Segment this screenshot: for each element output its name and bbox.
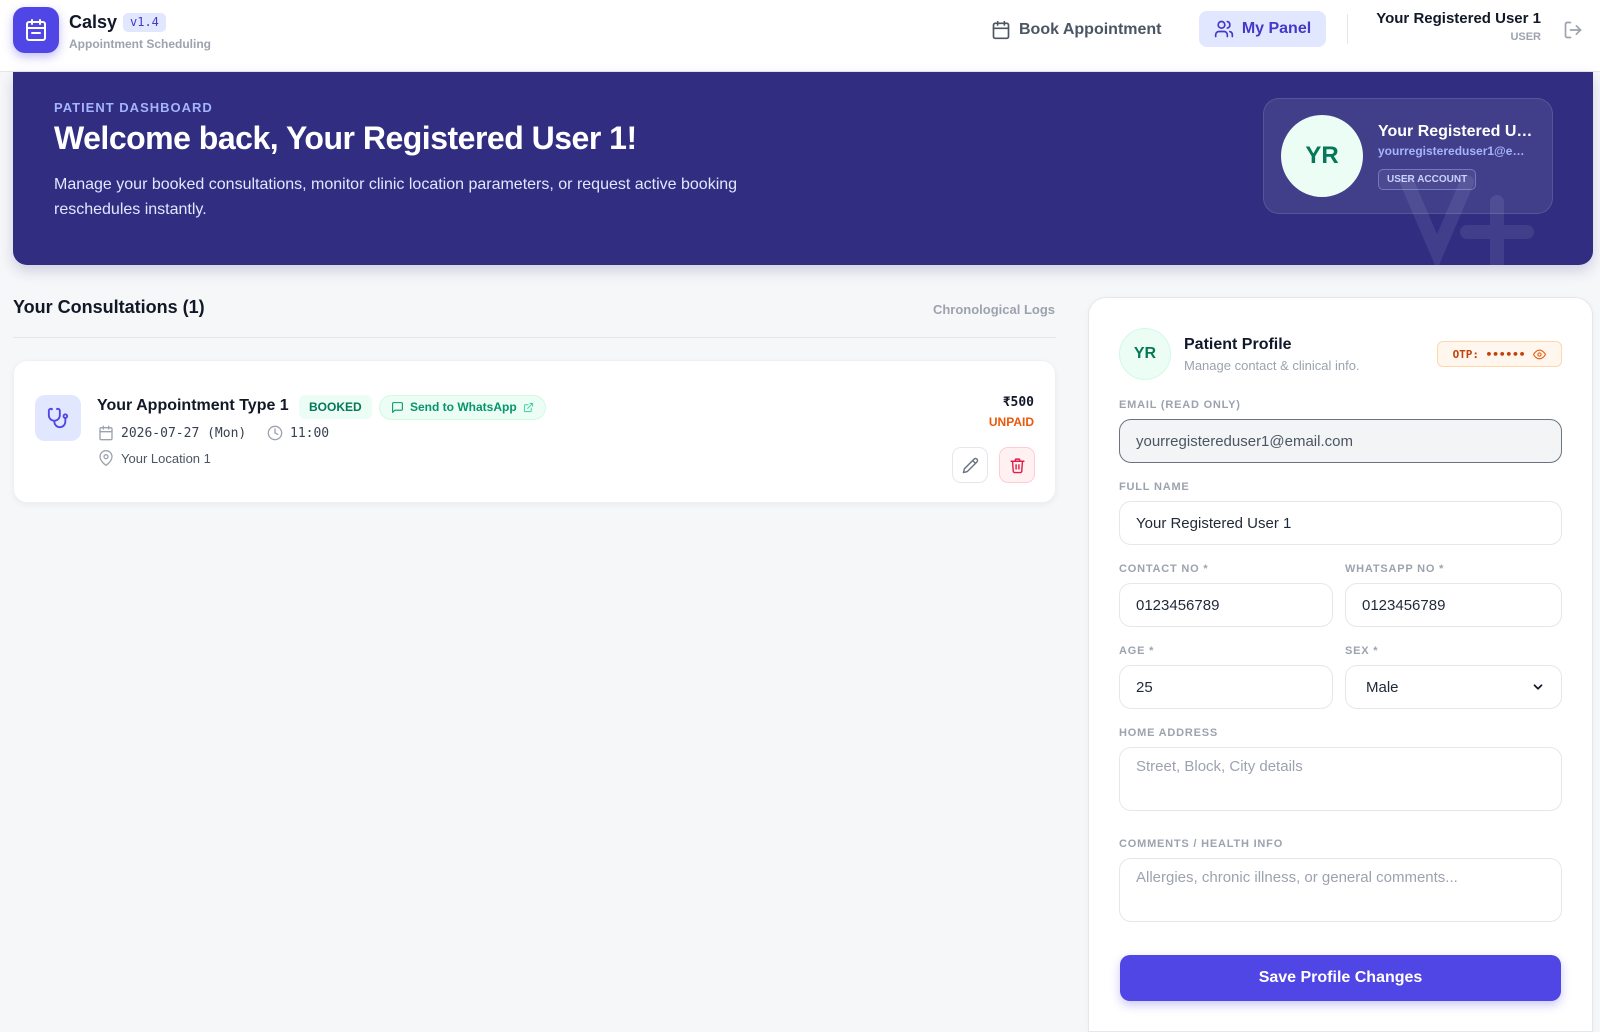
email-field[interactable] <box>1119 419 1562 463</box>
sex-select[interactable]: Male <box>1345 665 1562 709</box>
send-to-whatsapp-button[interactable]: Send to WhatsApp <box>379 395 546 420</box>
payment-status: UNPAID <box>988 415 1034 429</box>
eye-icon[interactable] <box>1533 348 1547 361</box>
appointment-date-value: 2026-07-27 (Mon) <box>121 425 247 441</box>
header-user-name: Your Registered User 1 <box>1376 10 1541 27</box>
whatsapp-label: Send to WhatsApp <box>410 400 517 414</box>
banner-eyebrow: PATIENT DASHBOARD <box>54 100 213 115</box>
otp-label: OTP: •••••• <box>1452 347 1526 361</box>
brand-name: Calsy <box>69 12 118 32</box>
top-navigation-bar: Calsy v1.4 Appointment Scheduling Book A… <box>0 0 1600 72</box>
nav-book-appointment[interactable]: Book Appointment <box>991 12 1162 48</box>
appointment-type-icon-box <box>35 395 81 441</box>
appointment-card: Your Appointment Type 1 BOOKED Send to W… <box>13 360 1056 503</box>
sex-select-value: Male <box>1366 678 1399 696</box>
version-badge: v1.4 <box>123 13 166 32</box>
trash-icon <box>1009 457 1025 473</box>
full-name-label: FULL NAME <box>1119 481 1190 493</box>
calendar-icon <box>99 425 113 441</box>
map-pin-icon <box>99 450 113 466</box>
nav-book-label: Book Appointment <box>1019 21 1162 38</box>
appointment-time-value: 11:00 <box>290 425 330 441</box>
email-label: EMAIL (READ ONLY) <box>1119 399 1241 411</box>
account-name: Your Registered User 1 <box>1378 123 1540 140</box>
avatar: YR <box>1119 328 1171 380</box>
comments-field[interactable] <box>1119 858 1562 922</box>
consultations-title: Your Consultations (1) <box>13 297 205 317</box>
home-address-label: HOME ADDRESS <box>1119 727 1219 739</box>
banner-title: Welcome back, Your Registered User 1! <box>54 120 637 156</box>
appointment-location-value: Your Location 1 <box>121 450 211 466</box>
age-label: AGE * <box>1119 645 1155 657</box>
chevron-down-icon <box>1533 684 1543 690</box>
contact-label: CONTACT NO * <box>1119 563 1209 575</box>
stethoscope-icon <box>47 407 69 429</box>
whatsapp-number-field[interactable] <box>1345 583 1562 627</box>
welcome-banner: PATIENT DASHBOARD Welcome back, Your Reg… <box>13 72 1593 265</box>
delete-appointment-button[interactable] <box>999 447 1035 483</box>
home-address-field[interactable] <box>1119 747 1562 811</box>
profile-title: Patient Profile <box>1184 336 1292 353</box>
profile-subtitle: Manage contact & clinical info. <box>1184 358 1360 373</box>
calendar-icon <box>992 20 1010 40</box>
appointment-date: 2026-07-27 (Mon) <box>98 425 246 441</box>
external-link-icon <box>523 402 533 413</box>
chronological-logs-label: Chronological Logs <box>932 302 1055 317</box>
whatsapp-number-label: WHATSAPP NO * <box>1345 563 1445 575</box>
status-badge: BOOKED <box>299 395 372 419</box>
logout-button[interactable] <box>1561 18 1585 42</box>
full-name-field[interactable] <box>1119 501 1562 545</box>
appointment-type: Your Appointment Type 1 <box>97 397 289 414</box>
appointment-fee: ₹500 <box>1002 395 1034 410</box>
avatar: YR <box>1281 115 1363 197</box>
header-user-role: USER <box>1510 31 1541 43</box>
app-logo[interactable] <box>13 7 59 53</box>
save-profile-button[interactable]: Save Profile Changes <box>1120 955 1561 1001</box>
nav-divider <box>1347 14 1348 44</box>
comments-label: COMMENTS / HEALTH INFO <box>1119 838 1284 850</box>
users-icon <box>1214 20 1233 38</box>
section-divider <box>13 337 1056 338</box>
account-role-badge: USER ACCOUNT <box>1378 169 1477 190</box>
nav-my-panel[interactable]: My Panel <box>1199 11 1326 47</box>
otp-badge[interactable]: OTP: •••••• <box>1437 341 1562 367</box>
account-email: yourregistereduser1@email.com <box>1378 144 1528 158</box>
age-field[interactable] <box>1119 665 1333 709</box>
logout-icon <box>1564 21 1582 39</box>
patient-profile-panel: YR Patient Profile Manage contact & clin… <box>1088 297 1593 1032</box>
brand-subtitle: Appointment Scheduling <box>69 37 211 51</box>
appointment-time: 11:00 <box>267 425 329 441</box>
pencil-icon <box>962 457 978 473</box>
calendar-icon <box>26 19 46 41</box>
account-card: YR Your Registered User 1 yourregistered… <box>1263 98 1553 214</box>
clock-icon <box>267 425 283 441</box>
sex-label: SEX * <box>1345 645 1379 657</box>
contact-field[interactable] <box>1119 583 1333 627</box>
edit-appointment-button[interactable] <box>952 447 988 483</box>
banner-description: Manage your booked consultations, monito… <box>54 176 738 218</box>
message-icon <box>392 402 403 413</box>
appointment-location: Your Location 1 <box>98 450 211 466</box>
nav-panel-label: My Panel <box>1241 20 1312 37</box>
